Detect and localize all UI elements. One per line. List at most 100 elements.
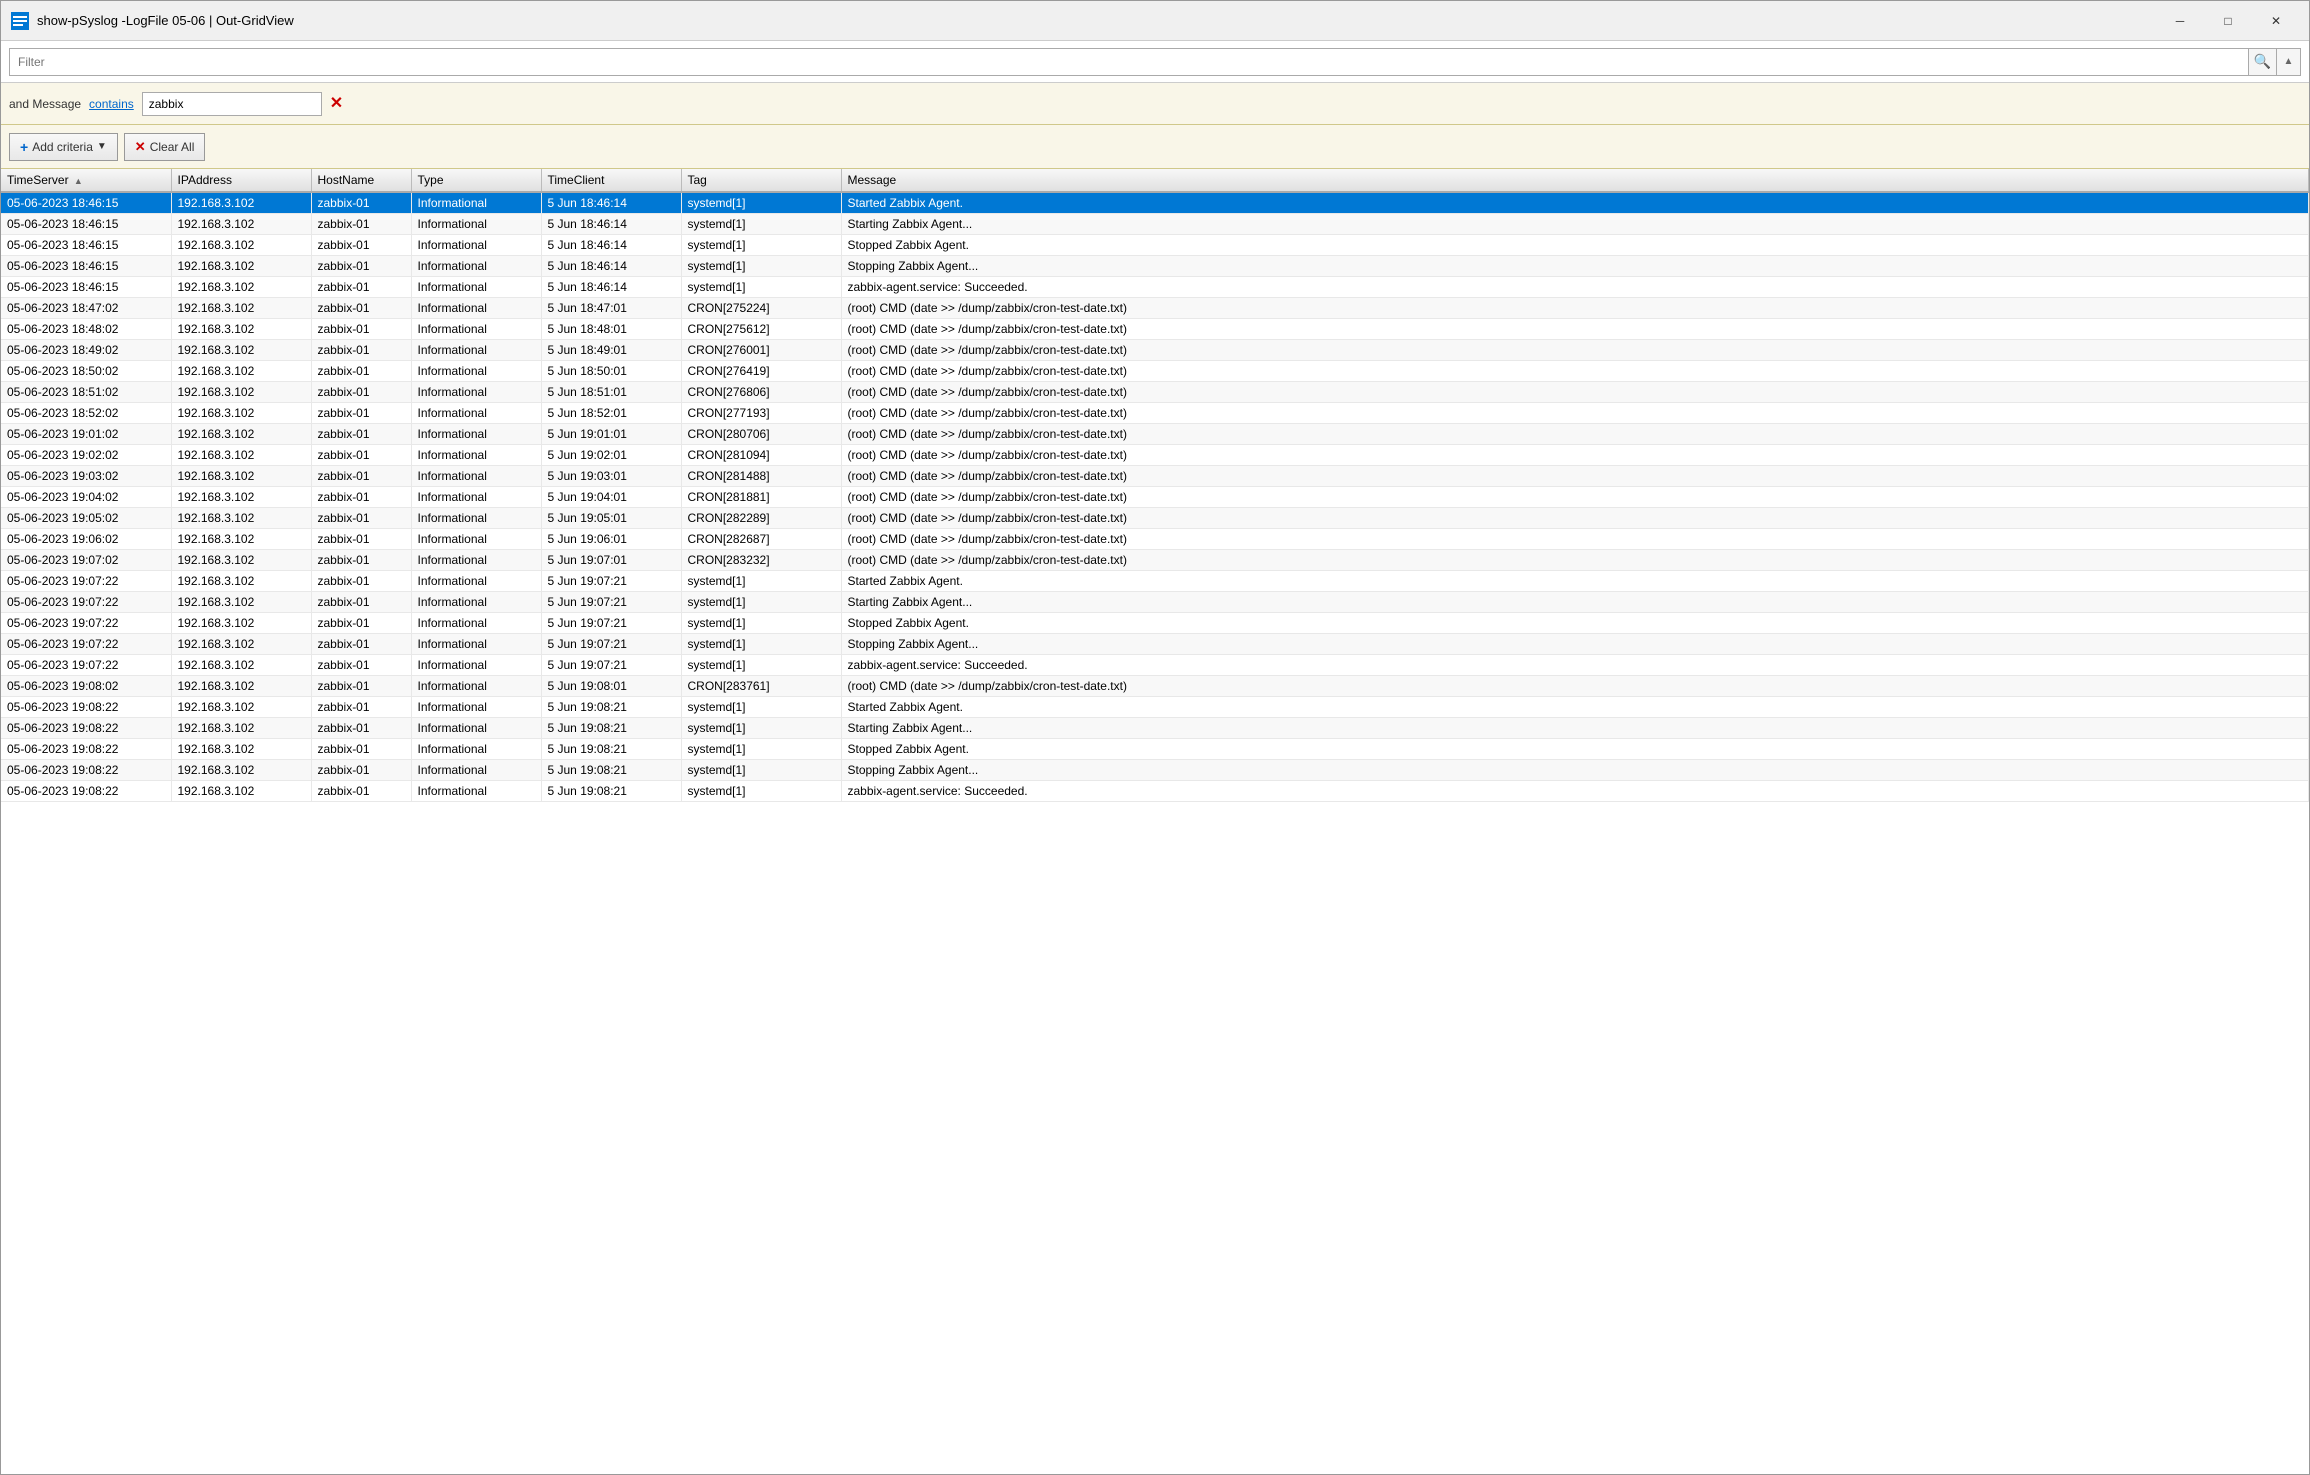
table-row[interactable]: 05-06-2023 19:01:02192.168.3.102zabbix-0…	[1, 424, 2309, 445]
cell-message: Started Zabbix Agent.	[841, 571, 2309, 592]
expand-icon[interactable]: ▲	[2277, 48, 2301, 76]
table-row[interactable]: 05-06-2023 19:07:22192.168.3.102zabbix-0…	[1, 634, 2309, 655]
cell-ipaddress: 192.168.3.102	[171, 781, 311, 802]
cell-hostname: zabbix-01	[311, 487, 411, 508]
cell-message: zabbix-agent.service: Succeeded.	[841, 655, 2309, 676]
cell-tag: CRON[275612]	[681, 319, 841, 340]
table-row[interactable]: 05-06-2023 18:46:15192.168.3.102zabbix-0…	[1, 214, 2309, 235]
col-header-type[interactable]: Type	[411, 169, 541, 192]
cell-tag: systemd[1]	[681, 634, 841, 655]
cell-tag: CRON[281881]	[681, 487, 841, 508]
table-row[interactable]: 05-06-2023 18:46:15192.168.3.102zabbix-0…	[1, 192, 2309, 214]
cell-type: Informational	[411, 361, 541, 382]
cell-timeclient: 5 Jun 18:48:01	[541, 319, 681, 340]
cell-tag: CRON[281488]	[681, 466, 841, 487]
cell-tag: systemd[1]	[681, 655, 841, 676]
table-row[interactable]: 05-06-2023 18:46:15192.168.3.102zabbix-0…	[1, 256, 2309, 277]
criteria-contains-link[interactable]: contains	[89, 97, 134, 111]
cell-tag: CRON[282687]	[681, 529, 841, 550]
table-row[interactable]: 05-06-2023 19:08:22192.168.3.102zabbix-0…	[1, 781, 2309, 802]
table-row[interactable]: 05-06-2023 18:50:02192.168.3.102zabbix-0…	[1, 361, 2309, 382]
cell-type: Informational	[411, 192, 541, 214]
cell-type: Informational	[411, 697, 541, 718]
cell-timeclient: 5 Jun 19:08:21	[541, 697, 681, 718]
cell-hostname: zabbix-01	[311, 214, 411, 235]
table-row[interactable]: 05-06-2023 19:02:02192.168.3.102zabbix-0…	[1, 445, 2309, 466]
table-row[interactable]: 05-06-2023 18:46:15192.168.3.102zabbix-0…	[1, 235, 2309, 256]
table-row[interactable]: 05-06-2023 19:07:22192.168.3.102zabbix-0…	[1, 571, 2309, 592]
table-row[interactable]: 05-06-2023 19:08:22192.168.3.102zabbix-0…	[1, 718, 2309, 739]
close-button[interactable]: ✕	[2253, 5, 2299, 37]
table-row[interactable]: 05-06-2023 19:07:02192.168.3.102zabbix-0…	[1, 550, 2309, 571]
cell-tag: systemd[1]	[681, 613, 841, 634]
table-row[interactable]: 05-06-2023 19:08:22192.168.3.102zabbix-0…	[1, 697, 2309, 718]
cell-ipaddress: 192.168.3.102	[171, 655, 311, 676]
table-row[interactable]: 05-06-2023 19:05:02192.168.3.102zabbix-0…	[1, 508, 2309, 529]
table-row[interactable]: 05-06-2023 18:52:02192.168.3.102zabbix-0…	[1, 403, 2309, 424]
table-row[interactable]: 05-06-2023 18:46:15192.168.3.102zabbix-0…	[1, 277, 2309, 298]
cell-tag: systemd[1]	[681, 697, 841, 718]
maximize-button[interactable]: □	[2205, 5, 2251, 37]
cell-tag: systemd[1]	[681, 592, 841, 613]
x-icon: ✕	[135, 139, 146, 155]
table-row[interactable]: 05-06-2023 19:04:02192.168.3.102zabbix-0…	[1, 487, 2309, 508]
cell-tag: systemd[1]	[681, 739, 841, 760]
cell-timeserver: 05-06-2023 19:03:02	[1, 466, 171, 487]
criteria-remove-button[interactable]: ✕	[330, 96, 343, 112]
table-row[interactable]: 05-06-2023 19:03:02192.168.3.102zabbix-0…	[1, 466, 2309, 487]
table-row[interactable]: 05-06-2023 18:47:02192.168.3.102zabbix-0…	[1, 298, 2309, 319]
cell-message: (root) CMD (date >> /dump/zabbix/cron-te…	[841, 487, 2309, 508]
cell-ipaddress: 192.168.3.102	[171, 192, 311, 214]
minimize-button[interactable]: ─	[2157, 5, 2203, 37]
cell-type: Informational	[411, 256, 541, 277]
col-header-hostname[interactable]: HostName	[311, 169, 411, 192]
cell-message: (root) CMD (date >> /dump/zabbix/cron-te…	[841, 403, 2309, 424]
cell-timeserver: 05-06-2023 18:46:15	[1, 256, 171, 277]
cell-message: zabbix-agent.service: Succeeded.	[841, 277, 2309, 298]
cell-hostname: zabbix-01	[311, 361, 411, 382]
cell-tag: CRON[276806]	[681, 382, 841, 403]
table-row[interactable]: 05-06-2023 19:08:22192.168.3.102zabbix-0…	[1, 760, 2309, 781]
cell-timeserver: 05-06-2023 19:07:02	[1, 550, 171, 571]
filter-input[interactable]	[9, 48, 2249, 76]
table-scroll-area[interactable]: TimeServer ▲ IPAddress HostName Type Tim…	[1, 169, 2309, 1474]
col-header-ipaddress[interactable]: IPAddress	[171, 169, 311, 192]
col-header-timeclient[interactable]: TimeClient	[541, 169, 681, 192]
table-row[interactable]: 05-06-2023 19:07:22192.168.3.102zabbix-0…	[1, 592, 2309, 613]
cell-timeclient: 5 Jun 19:07:21	[541, 634, 681, 655]
cell-message: Stopping Zabbix Agent...	[841, 760, 2309, 781]
table-row[interactable]: 05-06-2023 19:08:22192.168.3.102zabbix-0…	[1, 739, 2309, 760]
cell-type: Informational	[411, 319, 541, 340]
cell-timeclient: 5 Jun 18:52:01	[541, 403, 681, 424]
add-criteria-button[interactable]: + Add criteria ▼	[9, 133, 118, 161]
cell-hostname: zabbix-01	[311, 718, 411, 739]
cell-message: (root) CMD (date >> /dump/zabbix/cron-te…	[841, 319, 2309, 340]
cell-message: Stopped Zabbix Agent.	[841, 739, 2309, 760]
criteria-value-input[interactable]	[142, 92, 322, 116]
table-row[interactable]: 05-06-2023 19:06:02192.168.3.102zabbix-0…	[1, 529, 2309, 550]
table-row[interactable]: 05-06-2023 18:49:02192.168.3.102zabbix-0…	[1, 340, 2309, 361]
cell-timeclient: 5 Jun 18:49:01	[541, 340, 681, 361]
cell-timeserver: 05-06-2023 18:46:15	[1, 235, 171, 256]
col-header-message[interactable]: Message	[841, 169, 2309, 192]
cell-hostname: zabbix-01	[311, 676, 411, 697]
table-row[interactable]: 05-06-2023 18:48:02192.168.3.102zabbix-0…	[1, 319, 2309, 340]
table-row[interactable]: 05-06-2023 18:51:02192.168.3.102zabbix-0…	[1, 382, 2309, 403]
cell-tag: systemd[1]	[681, 781, 841, 802]
table-row[interactable]: 05-06-2023 19:07:22192.168.3.102zabbix-0…	[1, 655, 2309, 676]
col-header-tag[interactable]: Tag	[681, 169, 841, 192]
cell-timeclient: 5 Jun 19:06:01	[541, 529, 681, 550]
cell-tag: CRON[282289]	[681, 508, 841, 529]
criteria-row: and Message contains ✕	[1, 83, 2309, 125]
table-row[interactable]: 05-06-2023 19:08:02192.168.3.102zabbix-0…	[1, 676, 2309, 697]
cell-type: Informational	[411, 592, 541, 613]
main-window: show-pSyslog -LogFile 05-06 | Out-GridVi…	[0, 0, 2310, 1475]
plus-icon: +	[20, 139, 28, 155]
cell-tag: CRON[277193]	[681, 403, 841, 424]
col-header-timeserver[interactable]: TimeServer ▲	[1, 169, 171, 192]
cell-timeclient: 5 Jun 18:46:14	[541, 192, 681, 214]
cell-ipaddress: 192.168.3.102	[171, 466, 311, 487]
clear-all-button[interactable]: ✕ Clear All	[124, 133, 206, 161]
cell-ipaddress: 192.168.3.102	[171, 340, 311, 361]
table-row[interactable]: 05-06-2023 19:07:22192.168.3.102zabbix-0…	[1, 613, 2309, 634]
